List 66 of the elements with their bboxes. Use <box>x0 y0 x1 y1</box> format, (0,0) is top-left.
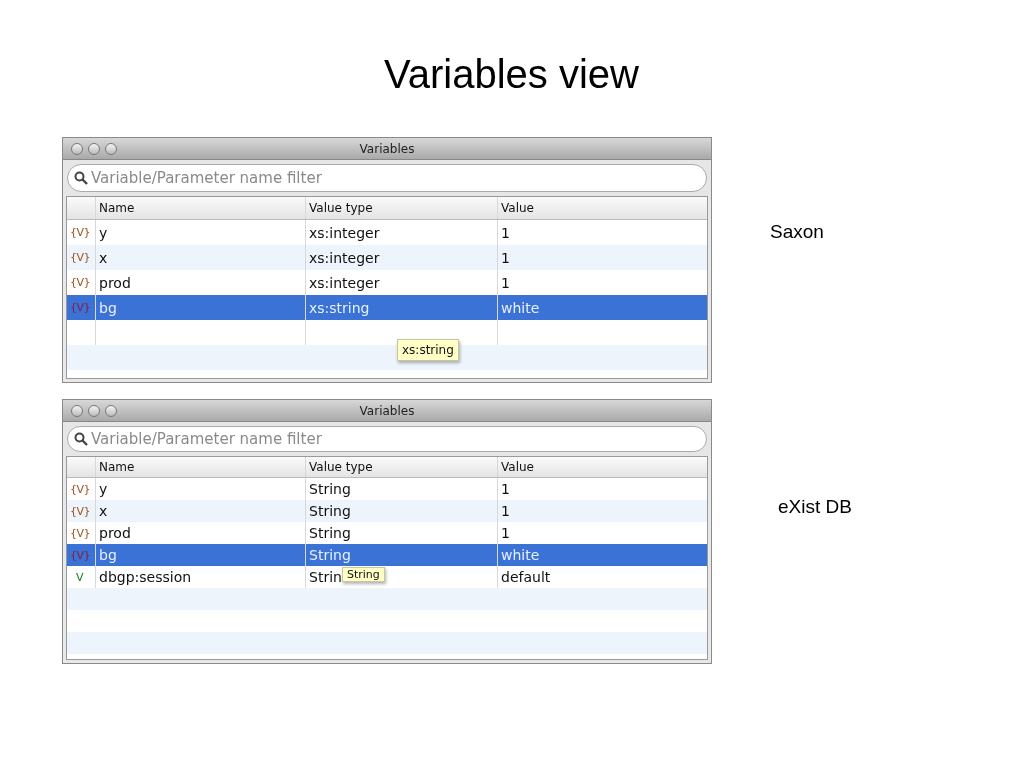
table-row[interactable]: {V} y xs:integer 1 <box>67 220 707 245</box>
variable-icon: {V} <box>70 504 91 518</box>
table-cell: Strin <box>309 569 342 585</box>
table-cell: 1 <box>501 503 510 519</box>
table-cell: String <box>309 547 351 563</box>
table-cell: x <box>99 503 108 519</box>
table-cell: bg <box>99 547 117 563</box>
table-cell: xs:string <box>309 299 370 316</box>
column-header[interactable]: Value type <box>306 197 498 219</box>
table-cell: bg <box>99 299 117 316</box>
variable-icon: {V} <box>70 548 91 562</box>
minimize-button[interactable] <box>88 142 100 155</box>
table-cell: x <box>99 249 108 266</box>
table-cell: dbgp:session <box>99 569 192 585</box>
column-header[interactable]: Value <box>498 457 707 477</box>
table-cell: white <box>501 299 540 316</box>
slide-title: Variables view <box>384 51 639 98</box>
variable-icon: {V} <box>70 482 91 496</box>
table-cell: default <box>501 569 551 585</box>
column-header[interactable]: Name <box>96 457 306 477</box>
table-cell: white <box>501 547 540 563</box>
table-cell: prod <box>99 525 131 541</box>
panel-caption: eXist DB <box>778 496 852 518</box>
panel-caption: Saxon <box>770 221 824 243</box>
window-title: Variables <box>359 141 415 156</box>
table-cell: String <box>309 503 351 519</box>
search-field[interactable]: Variable/Parameter name filter <box>67 164 707 192</box>
table-cell: xs:integer <box>309 224 380 241</box>
zoom-button[interactable] <box>105 404 117 417</box>
variable-icon: {V} <box>70 526 91 540</box>
tooltip: String <box>341 567 385 582</box>
table-cell: 1 <box>501 249 510 266</box>
table-cell: prod <box>99 274 131 291</box>
table-cell: String <box>309 525 351 541</box>
table-row[interactable]: {V} bg String white <box>67 544 707 566</box>
search-icon <box>74 432 88 446</box>
minimize-button[interactable] <box>88 404 100 417</box>
close-button[interactable] <box>71 404 83 417</box>
table-cell: 1 <box>501 224 510 241</box>
table-row[interactable]: {V} bg xs:string white <box>67 295 707 320</box>
table-cell: String <box>309 481 351 497</box>
close-button[interactable] <box>71 142 83 155</box>
table-row[interactable]: {V} y String 1 <box>67 478 707 500</box>
tooltip: xs:string <box>397 338 459 361</box>
variable-icon: V <box>76 570 84 584</box>
window-title: Variables <box>359 403 415 418</box>
table-cell: xs:integer <box>309 274 380 291</box>
zoom-button[interactable] <box>105 142 117 155</box>
variable-icon: {V} <box>70 226 91 239</box>
table-cell: 1 <box>501 274 510 291</box>
table-row[interactable]: {V} x xs:integer 1 <box>67 245 707 270</box>
search-field[interactable]: Variable/Parameter name filter <box>67 426 707 452</box>
table-cell: y <box>99 481 108 497</box>
column-header[interactable]: Value type <box>306 457 498 477</box>
table-cell: y <box>99 224 108 241</box>
column-header[interactable]: Name <box>96 197 306 219</box>
table-row[interactable]: {V} x String 1 <box>67 500 707 522</box>
variable-icon: {V} <box>70 276 91 289</box>
variable-icon: {V} <box>70 301 91 314</box>
variable-icon: {V} <box>70 251 91 264</box>
table-cell: 1 <box>501 481 510 497</box>
search-icon <box>74 171 88 185</box>
table-row[interactable]: V dbgp:session Strin String default <box>67 566 707 588</box>
table-cell: xs:integer <box>309 249 380 266</box>
table-cell: 1 <box>501 525 510 541</box>
column-header[interactable]: Value <box>498 197 707 219</box>
